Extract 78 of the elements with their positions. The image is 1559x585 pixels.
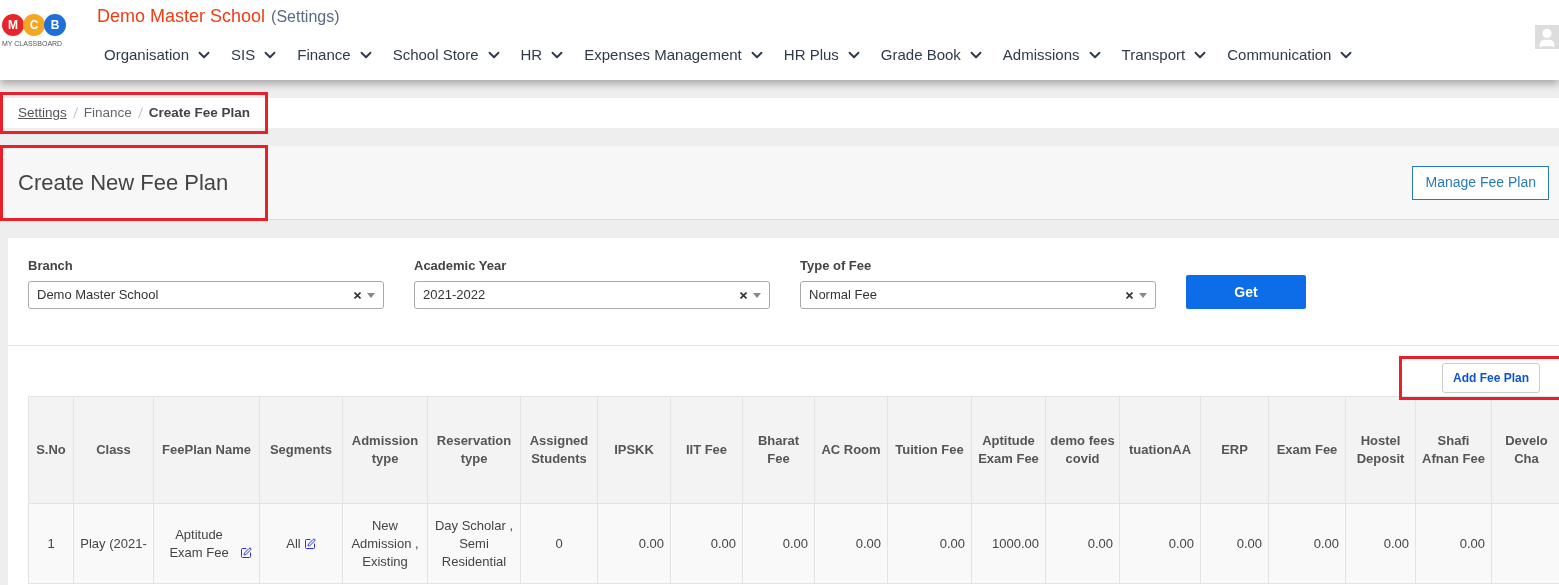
column-header: Class [73,396,154,504]
breadcrumb-item[interactable]: Finance [83,102,132,124]
column-header: Assigned Students [520,396,598,504]
clear-icon[interactable] [354,291,361,299]
table-cell-number: 0.00 [782,535,808,551]
column-header: Admission type [342,396,428,504]
column-header: ERP [1200,396,1269,504]
table-cell-number: 0.00 [1383,535,1409,551]
breadcrumb-separator-icon [137,107,143,119]
column-header: Segments [259,396,343,504]
column-header: IIT Fee [670,396,743,504]
nav-menu-item[interactable]: HR Plus [783,44,863,67]
select-field[interactable]: Demo Master School [28,281,384,309]
school-name: Demo Master School [97,5,266,28]
column-header: Hostel Deposit [1345,396,1416,504]
table-cell-text: 1 [47,535,55,551]
column-header: Tuition Fee [887,396,972,504]
table-cell-number: 0.00 [710,535,736,551]
column-header: FeePlan Name [153,396,260,504]
table-cell-number: 0.00 [638,535,664,551]
breadcrumb-current: Create Fee Plan [148,103,251,122]
page-subtitle: (Settings) [271,7,340,27]
get-button[interactable]: Get [1186,275,1306,309]
table-cell-number: 1000.00 [992,535,1039,551]
table-cell-text: Day Scholar , Semi Residential [434,517,513,569]
table-cell-number: 0.00 [939,535,965,551]
table-cell-number: 0.00 [1459,535,1485,551]
logo-letter: M [2,14,24,36]
table-cell-text: 0 [555,535,563,551]
nav-menu-item[interactable]: Organisation [104,44,214,67]
breadcrumb-separator-icon [72,107,78,119]
nav-menu-item[interactable]: Expenses Management [584,44,766,67]
manage-fee-plan-button[interactable]: Manage Fee Plan [1412,165,1549,200]
column-header: Shafi Afnan Fee [1415,396,1492,504]
page-title: Create New Fee Plan [18,169,229,197]
column-header: Develo Cha [1491,396,1559,504]
column-header: S.No [28,396,74,504]
clear-icon[interactable] [1126,291,1133,299]
nav-menu-item[interactable]: Communication [1227,44,1356,67]
breadcrumb-link[interactable]: Settings [18,102,67,124]
field-label: Academic Year [414,256,508,275]
table-cell-number: 0.00 [1087,535,1113,551]
add-fee-plan-button[interactable]: Add Fee Plan [1442,363,1540,393]
select-field[interactable]: 2021-2022 [414,281,770,309]
nav-menu-item[interactable]: Finance [297,44,375,67]
column-header: Aptitude Exam Fee [971,396,1046,504]
table-cell-number: 0.00 [1236,535,1262,551]
field-label: Type of Fee [800,256,873,275]
edit-icon[interactable] [240,546,252,559]
column-header: Bharat Fee [742,396,815,504]
nav-menu-item[interactable]: Admissions [1002,44,1104,67]
table-cell-text: New Admission , Existing [351,517,419,569]
nav-menu-item[interactable]: School Store [392,44,503,67]
caret-icon [1139,292,1147,298]
table-cell-number: 0.00 [855,535,881,551]
column-header: Reservation type [427,396,521,504]
caret-icon [753,292,761,298]
table-cell-number: 0.00 [1168,535,1194,551]
table-cell-number: 0.00 [1313,535,1339,551]
table-cell-text: Play (2021- [80,535,147,551]
clear-icon[interactable] [740,291,747,299]
edit-icon[interactable] [303,537,316,550]
select-field[interactable]: Normal Fee [800,281,1156,309]
nav-menu-item[interactable]: HR [520,44,567,67]
field-label: Branch [28,256,74,275]
column-header: IPSKK [597,396,671,504]
column-header: demo fees covid [1045,396,1120,504]
nav-menu-item[interactable]: Transport [1121,44,1210,67]
caret-icon [367,292,375,298]
nav-menu-item[interactable]: Grade Book [880,44,985,67]
table-cell-text: All [286,534,301,553]
column-header: Exam Fee [1268,396,1346,504]
nav-menu-item[interactable]: SIS [231,44,280,67]
logo-letter: C [23,14,45,36]
column-header: AC Room [814,396,888,504]
logo-letter: B [44,14,66,36]
table-cell-text: Aptitude Exam Fee [168,525,230,562]
column-header: tuationAA [1119,396,1201,504]
